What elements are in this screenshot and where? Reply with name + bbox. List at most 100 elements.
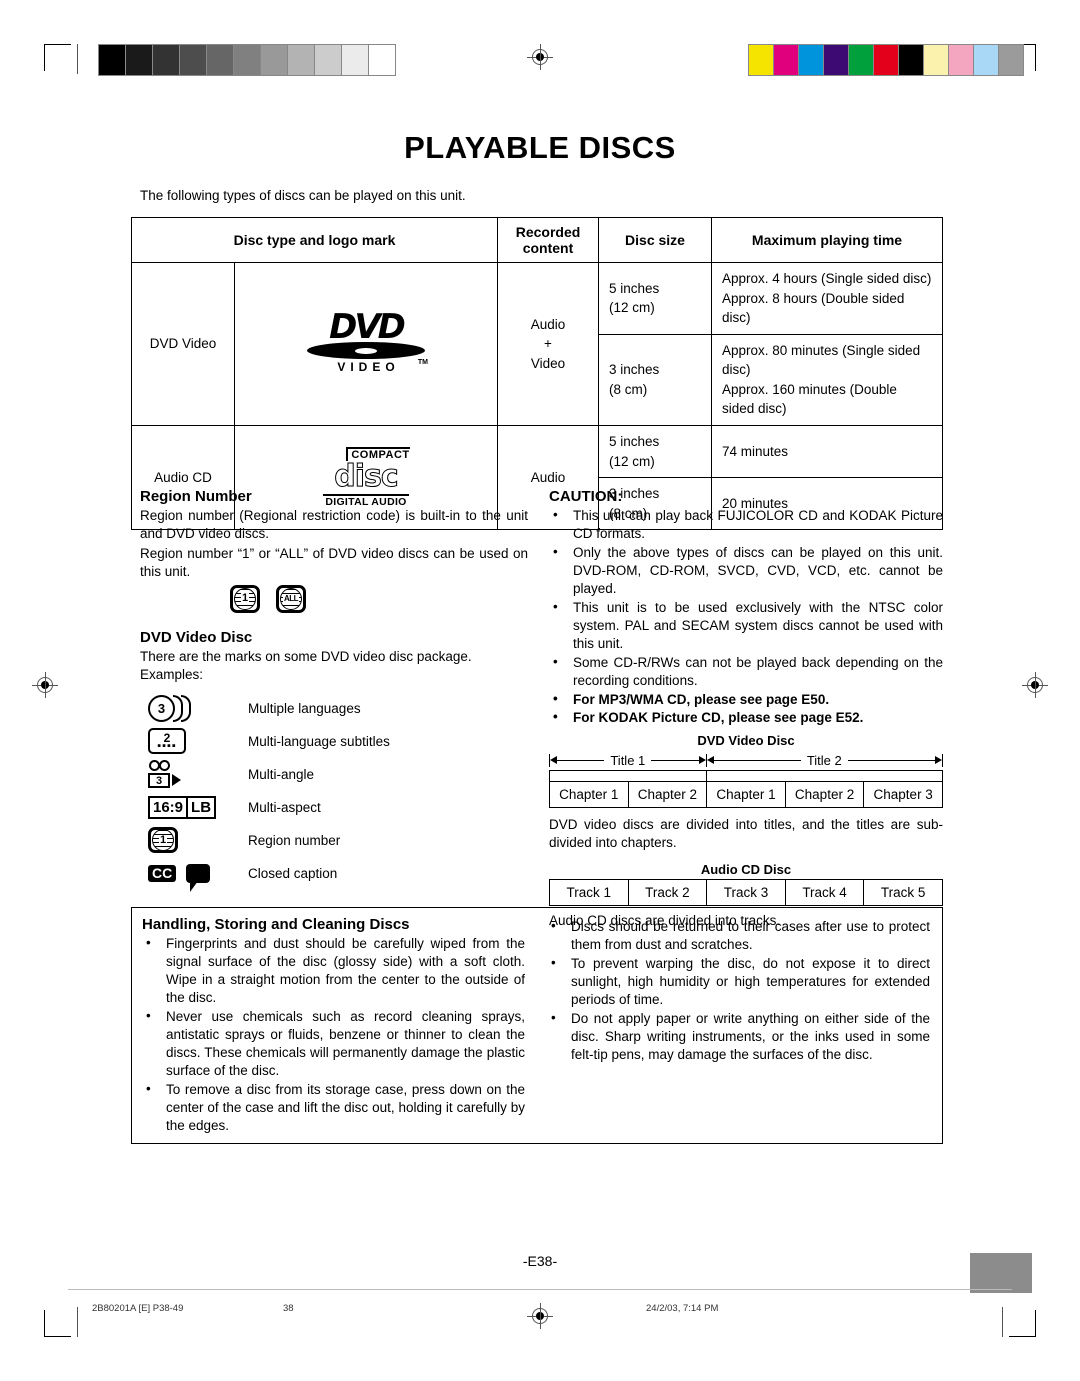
- dvd-logo-video-label: VIDEO: [337, 360, 400, 375]
- aspect-ratio-label: 16:9: [153, 798, 184, 816]
- size-cm: (12 cm): [609, 453, 655, 469]
- region-all-icon: ALL: [276, 584, 306, 613]
- registration-target-left: [32, 672, 58, 698]
- color-registration-bar: [748, 44, 1024, 76]
- dvd-video-disc-examples-label: Examples:: [140, 666, 204, 682]
- speech-bubble-shape: [186, 863, 211, 892]
- document-page: PLAYABLE DISCS The following types of di…: [0, 0, 1080, 1381]
- header-recorded-content: Recorded content: [497, 217, 599, 263]
- globe-shape: 1: [234, 587, 256, 610]
- time-line: Approx. 8 hours (Double sided disc): [722, 290, 905, 326]
- color-patch: [899, 45, 924, 75]
- wedge-step: [234, 45, 261, 75]
- cd-structure-title: Audio CD Disc: [700, 862, 792, 878]
- title-arrows-row: Title 1 Title 2: [549, 750, 943, 770]
- wedge-step: [126, 45, 153, 75]
- wedge-step: [342, 45, 369, 75]
- table-header-row: Disc type and logo mark Recorded content…: [131, 217, 943, 263]
- registration-target-right: [1022, 672, 1048, 698]
- table-row-audio-cd: Audio CD COMPACT disc DIGITAL AUDIO Audi…: [131, 424, 943, 531]
- track-table: Track 1 Track 2 Track 3 Track 4 Track 5: [549, 879, 943, 907]
- wedge-step: [180, 45, 207, 75]
- page-title: PLAYABLE DISCS: [404, 130, 676, 165]
- cell-time-dvd-5in: Approx. 4 hours (Single sided disc) Appr…: [711, 262, 943, 335]
- subtitle-dots: ▪▪▪▪: [157, 740, 177, 753]
- recorded-line-audio: Audio: [530, 316, 566, 332]
- handling-heading: Handling, Storing and Cleaning Discs: [142, 916, 410, 933]
- region-1-icon: 1: [230, 584, 260, 613]
- camera-lens: [172, 774, 181, 787]
- list-item: Do not apply paper or write anything on …: [547, 1009, 930, 1064]
- title-2-span: [706, 770, 943, 783]
- chapter-cell: Chapter 2: [627, 781, 708, 809]
- wedge-step: [369, 45, 395, 75]
- caution-list: This unit can play back FUJICOLOR CD and…: [549, 506, 943, 727]
- handling-right-half: Discs should be returned to their cases …: [537, 908, 942, 1143]
- chapter-table: Chapter 1 Chapter 2 Chapter 1 Chapter 2 …: [548, 770, 943, 809]
- list-item: Never use chemicals such as record clean…: [142, 1007, 525, 1080]
- mark-label: Closed caption: [248, 865, 338, 881]
- chapter-cell: Chapter 2: [784, 781, 865, 809]
- color-patch: [849, 45, 874, 75]
- speaker-waves-shape: 3: [148, 694, 191, 722]
- list-item: 3 Multiple languages: [140, 692, 528, 725]
- wedge-step: [261, 45, 288, 75]
- recorded-line-plus: +: [544, 336, 552, 352]
- dvd-video-disc-paragraph: There are the marks on some DVD video di…: [140, 648, 472, 664]
- angle-count: 3: [148, 773, 170, 789]
- cell-recorded-dvd: Audio + Video: [497, 262, 599, 426]
- language-count: 3: [148, 694, 175, 722]
- multi-language-subtitles-icon: 2 ▪▪▪▪: [140, 728, 248, 755]
- page-number: -E38-: [522, 1253, 558, 1269]
- size-inches: 5 inches: [609, 280, 660, 296]
- footer-doc-id: 2B80201A [E] P38-49: [92, 1303, 184, 1314]
- region-icons-group: 1 ALL: [230, 584, 528, 613]
- recorded-line-video: Video: [530, 355, 566, 371]
- list-item-kodak-reference: For KODAK Picture CD, please see page E5…: [549, 708, 943, 727]
- list-item: 1 Region number: [140, 824, 528, 857]
- arrow-head-left: [550, 756, 557, 765]
- title-2-arrow: Title 2: [706, 753, 943, 768]
- handling-left-half: Handling, Storing and Cleaning Discs Fin…: [132, 908, 537, 1143]
- color-patch: [874, 45, 899, 75]
- wedge-step: [153, 45, 180, 75]
- footer-timestamp: 24/2/03, 7:14 PM: [646, 1303, 719, 1314]
- cell-logo-dvd: DVD VIDEO TM: [234, 262, 498, 426]
- time-line: Approx. 160 minutes (Double sided disc): [722, 381, 897, 417]
- right-column: CAUTION: This unit can play back FUJICOL…: [548, 488, 943, 930]
- handling-right-list: Discs should be returned to their cases …: [547, 917, 930, 1064]
- arrow-line: [713, 759, 801, 761]
- list-item: This unit can play back FUJICOLOR CD and…: [549, 506, 943, 543]
- wedge-step: [99, 45, 126, 75]
- dvd-video-logo-icon: DVD VIDEO TM: [306, 306, 428, 375]
- globe-shape: 1: [152, 829, 174, 852]
- list-item: This unit is to be used exclusively with…: [549, 598, 943, 653]
- chapter-cell: Chapter 1: [549, 781, 629, 809]
- dvd-logo-word: DVD: [329, 306, 406, 347]
- region-label: 1: [158, 833, 168, 846]
- region-box-shape: 1: [148, 827, 178, 854]
- cell-size-dvd-5in: 5 inches (12 cm): [598, 262, 712, 335]
- arrow-head-left: [706, 756, 714, 765]
- list-item: Discs should be returned to their cases …: [547, 917, 930, 954]
- arrow-head-right: [934, 756, 942, 765]
- color-patch: [974, 45, 999, 75]
- mark-label: Multiple languages: [248, 700, 361, 716]
- list-item: Fingerprints and dust should be carefull…: [142, 934, 525, 1007]
- header-recorded-content-label: Recorded content: [515, 224, 581, 256]
- list-item: 2 ▪▪▪▪ Multi-language subtitles: [140, 725, 528, 758]
- playable-discs-table: Disc type and logo mark Recorded content…: [131, 217, 943, 531]
- time-line: Approx. 4 hours (Single sided disc): [722, 271, 932, 286]
- handling-left-list: Fingerprints and dust should be carefull…: [142, 934, 525, 1134]
- color-patch: [999, 45, 1023, 75]
- dvd-logo-disc-shape: [307, 342, 425, 360]
- arrow-endcap: [941, 753, 943, 767]
- globe-shape: ALL: [280, 587, 302, 610]
- color-patch: [749, 45, 774, 75]
- dvd-structure-diagram: Title 1 Title 2 Chapter 1 Chapter 2 Chap…: [548, 750, 943, 809]
- closed-caption-icon: CC: [140, 863, 248, 892]
- chapter-cell: Chapter 1: [706, 781, 786, 809]
- size-inches: 3 inches: [609, 362, 660, 378]
- cell-size-cd-5in: 5 inches (12 cm): [598, 424, 712, 479]
- track-cell: Track 3: [706, 879, 786, 907]
